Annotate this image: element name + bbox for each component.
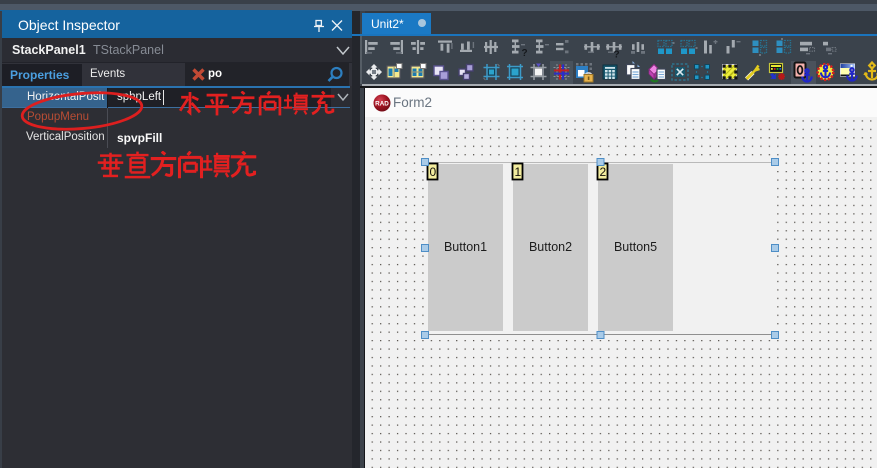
svg-text:?: ? <box>522 48 528 58</box>
svg-text:Button1: Button1 <box>444 240 487 254</box>
svg-text:0: 0 <box>429 165 436 179</box>
svg-text:2: 2 <box>599 165 606 179</box>
svg-text:RAD: RAD <box>375 101 389 108</box>
svg-text:Button5: Button5 <box>614 240 657 254</box>
svg-text:1: 1 <box>514 165 521 179</box>
svg-text:?: ? <box>614 50 620 59</box>
svg-text:Button2: Button2 <box>529 240 572 254</box>
